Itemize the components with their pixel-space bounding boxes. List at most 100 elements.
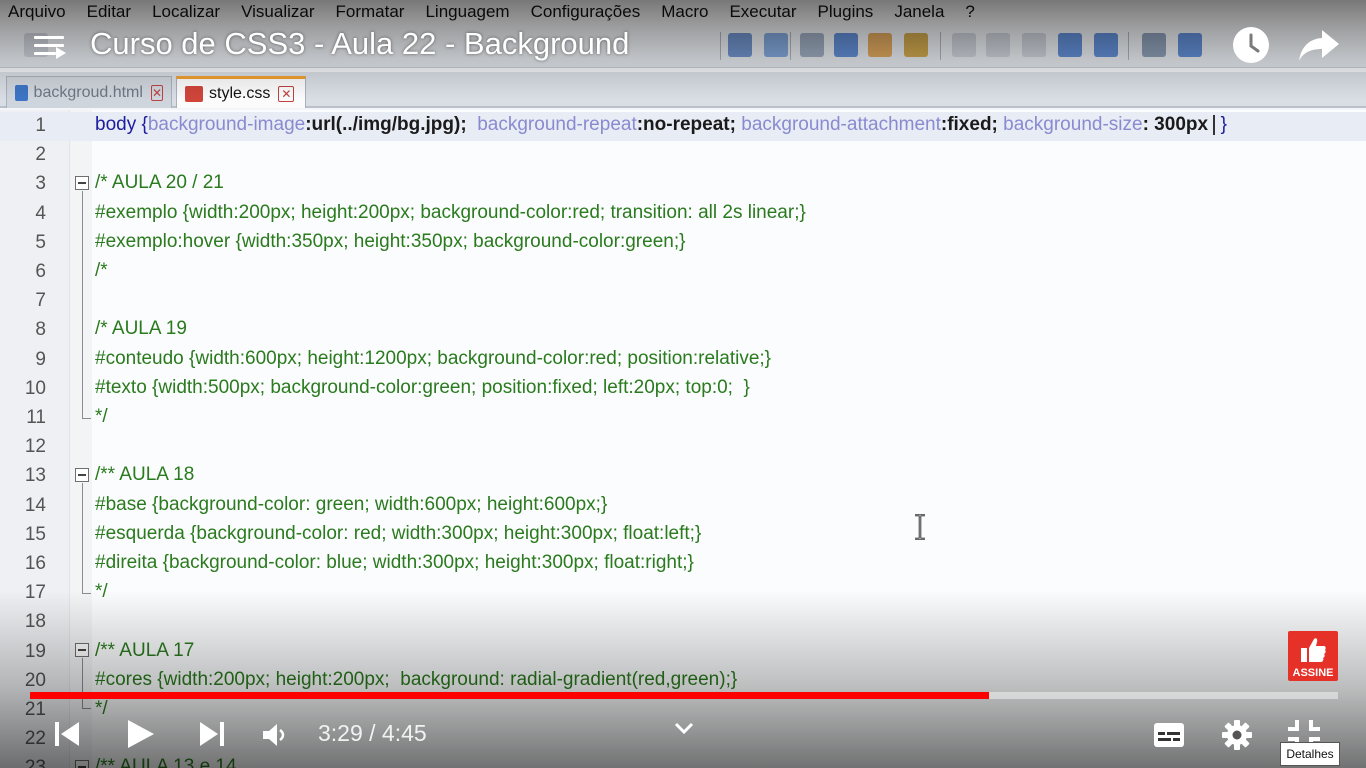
code-text: #exemplo {width:200px; height:200px; bac… [95, 202, 806, 223]
toolbar-button[interactable] [952, 33, 976, 57]
code-line[interactable]: 17 */ [0, 579, 1366, 608]
code-line[interactable]: 14 #base {background-color: green; width:… [0, 492, 1366, 521]
code-line[interactable]: 8 /* AULA 19 [0, 316, 1366, 345]
toolbar-button[interactable] [868, 33, 892, 57]
line-number: 11 [26, 407, 46, 428]
line-number: 14 [24, 495, 46, 516]
code-editor[interactable]: 1 body {background-image:url(../img/bg.j… [0, 110, 1366, 768]
fold-line [82, 191, 83, 418]
line-number: 10 [24, 378, 46, 399]
tab-style-css[interactable]: style.css ✕ [176, 76, 306, 108]
fold-line [82, 483, 83, 593]
subscribe-button[interactable]: ASSINE [1288, 631, 1338, 681]
line-number: 17 [24, 582, 46, 603]
code-line[interactable]: 23 /** AULA 13 e 14 [0, 754, 1366, 768]
toolbar-button[interactable] [1094, 33, 1118, 57]
toolbar-button[interactable] [764, 33, 788, 57]
toolbar-button[interactable] [904, 33, 928, 57]
fold-toggle[interactable] [75, 760, 89, 768]
css-property: background-image [147, 114, 306, 135]
menu-item[interactable]: Configurações [531, 2, 641, 22]
code-line[interactable]: 5 #exemplo:hover {width:350px; height:350… [0, 229, 1366, 258]
line-number: 7 [35, 290, 46, 311]
code-line[interactable]: 7 [0, 287, 1366, 316]
fold-toggle[interactable] [75, 643, 89, 657]
code-line[interactable]: 6 /* [0, 258, 1366, 287]
code-text: #direita {background-color: blue; width:… [95, 552, 694, 573]
chevron-down-icon[interactable] [674, 722, 694, 736]
code-text: /** AULA 18 [95, 464, 195, 485]
line-number: 19 [24, 641, 46, 662]
toolbar-button[interactable] [986, 33, 1010, 57]
toolbar-separator [1128, 32, 1129, 60]
toolbar-button[interactable] [1022, 33, 1046, 57]
code-line[interactable]: 19 /** AULA 17 [0, 638, 1366, 667]
menu-item[interactable]: ? [965, 2, 974, 22]
code-text: #conteudo {width:600px; height:1200px; b… [95, 348, 772, 369]
menu-item[interactable]: Localizar [152, 2, 220, 22]
clock-icon[interactable] [1232, 26, 1270, 64]
css-property: background-size [1003, 114, 1143, 135]
code-line[interactable]: 1 body {background-image:url(../img/bg.j… [0, 112, 1366, 141]
close-icon[interactable]: ✕ [150, 84, 163, 101]
menu-item[interactable]: Janela [894, 2, 944, 22]
previous-icon[interactable] [54, 721, 80, 747]
video-title[interactable]: Curso de CSS3 - Aula 22 - Background [90, 26, 629, 62]
code-line[interactable]: 12 [0, 433, 1366, 462]
code-line[interactable]: 11 */ [0, 404, 1366, 433]
code-line[interactable]: 10 #texto {width:500px; background-color:… [0, 375, 1366, 404]
menu-item[interactable]: Linguagem [425, 2, 509, 22]
line-number: 6 [35, 261, 46, 282]
line-number: 15 [24, 524, 46, 545]
progress-fill [30, 692, 989, 699]
code-line[interactable]: 4 #exemplo {width:200px; height:200px; ba… [0, 200, 1366, 229]
toolbar-button[interactable] [800, 33, 824, 57]
menu-item[interactable]: Formatar [336, 2, 405, 22]
code-text: */ [95, 581, 108, 602]
progress-bar[interactable] [30, 692, 1338, 699]
line-number: 12 [24, 436, 46, 457]
line-number: 22 [24, 728, 46, 749]
tab-label: style.css [209, 84, 271, 102]
toolbar-button[interactable] [834, 33, 858, 57]
menu-item[interactable]: Macro [661, 2, 708, 22]
line-number: 23 [24, 757, 46, 768]
menu-item[interactable]: Visualizar [241, 2, 314, 22]
code-line[interactable]: 3 /* AULA 20 / 21 [0, 170, 1366, 199]
code-line[interactable]: 18 [0, 608, 1366, 637]
code-line[interactable]: 16 #direita {background-color: blue; widt… [0, 550, 1366, 579]
line-number: 2 [35, 144, 46, 165]
play-icon[interactable] [127, 719, 155, 749]
menu-icon[interactable] [34, 34, 66, 59]
menu-item[interactable]: Editar [87, 2, 131, 22]
share-icon[interactable] [1298, 28, 1340, 62]
code-line[interactable]: 9 #conteudo {width:600px; height:1200px; … [0, 346, 1366, 375]
menu-item[interactable]: Arquivo [8, 2, 66, 22]
fold-line [82, 658, 83, 708]
css-brace: } [1220, 114, 1227, 135]
css-selector: body { [95, 114, 148, 135]
line-number: 18 [24, 611, 46, 632]
volume-icon[interactable] [262, 723, 288, 747]
fold-toggle[interactable] [75, 468, 89, 482]
menu-item[interactable]: Plugins [818, 2, 874, 22]
toolbar-button[interactable] [1178, 33, 1202, 57]
toolbar-button[interactable] [1142, 33, 1166, 57]
gear-icon[interactable] [1221, 719, 1253, 751]
subtitles-icon[interactable] [1153, 722, 1185, 748]
fold-toggle[interactable] [75, 176, 89, 190]
close-icon[interactable]: ✕ [278, 85, 295, 102]
toolbar-button[interactable] [728, 33, 752, 57]
toolbar-separator [940, 32, 941, 60]
next-icon[interactable] [199, 721, 225, 747]
toolbar-button[interactable] [1058, 33, 1082, 57]
thumbs-up-icon [1301, 638, 1326, 662]
tab-backgroud-html[interactable]: backgroud.html ✕ [6, 76, 172, 108]
line-number: 21 [24, 699, 46, 720]
menu-item[interactable]: Executar [729, 2, 796, 22]
code-text: #exemplo:hover {width:350px; height:350p… [95, 231, 686, 252]
code-line[interactable]: 15 #esquerda {background-color: red; widt… [0, 521, 1366, 550]
toolbar-separator [790, 32, 791, 60]
code-line[interactable]: 13 /** AULA 18 [0, 462, 1366, 491]
code-line[interactable]: 2 [0, 141, 1366, 170]
